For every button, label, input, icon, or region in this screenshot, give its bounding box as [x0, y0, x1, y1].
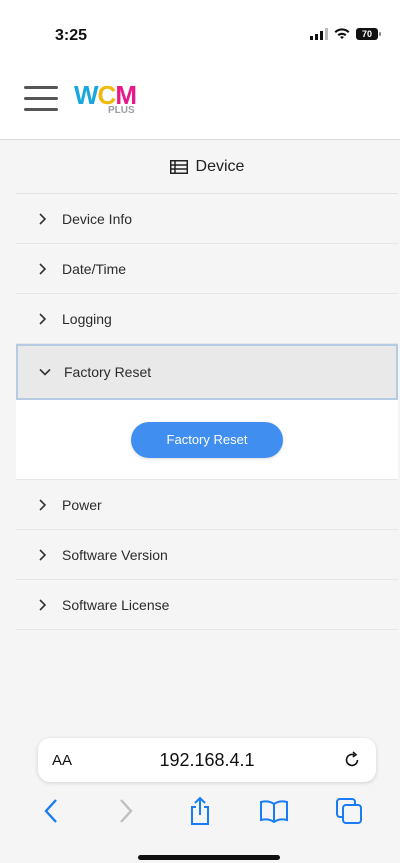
chevron-right-icon [39, 498, 47, 511]
menu-item-device-info[interactable]: Device Info [16, 194, 398, 244]
main-content: Device Device Info Date/Time Logging Fac… [0, 140, 400, 740]
menu-item-label: Software Version [62, 546, 168, 563]
menu-item-label: Device Info [62, 210, 133, 227]
chevron-right-icon [39, 312, 47, 325]
menu-item-label: Date/Time [62, 260, 127, 277]
share-button[interactable] [184, 795, 216, 827]
share-icon [190, 796, 209, 825]
status-icons: 70 [310, 28, 381, 40]
browser-toolbar [0, 790, 400, 832]
reload-icon[interactable] [342, 750, 362, 770]
forward-button[interactable] [110, 795, 142, 827]
home-indicator [138, 855, 280, 860]
menu-item-label: Software License [62, 596, 170, 613]
signal-icon [310, 28, 328, 40]
menu-item-power[interactable]: Power [16, 480, 398, 530]
app-header: WCM PLUS [0, 70, 400, 140]
menu-item-logging[interactable]: Logging [16, 294, 398, 344]
url-text[interactable]: 192.168.4.1 [159, 750, 254, 771]
menu-item-date-time[interactable]: Date/Time [16, 244, 398, 294]
menu-item-label: Power [62, 496, 102, 513]
menu-item-label: Factory Reset [64, 364, 152, 380]
chevron-down-icon [39, 368, 51, 376]
section-header: Device [16, 140, 398, 194]
chevron-right-icon [39, 262, 47, 275]
factory-reset-panel: Factory Reset [16, 400, 398, 480]
chevron-right-icon [39, 548, 47, 561]
section-title: Device [195, 157, 245, 175]
hamburger-menu-icon[interactable] [24, 86, 58, 114]
factory-reset-button[interactable]: Factory Reset [131, 421, 283, 458]
menu-item-label: Logging [62, 310, 112, 327]
bookmarks-button[interactable] [258, 795, 290, 827]
device-menu: Device Info Date/Time Logging Factory Re… [16, 194, 398, 630]
chevron-right-icon [39, 598, 47, 611]
tabs-button[interactable] [333, 795, 365, 827]
wcm-plus-logo: WCM PLUS [74, 80, 137, 116]
browser-address-bar[interactable]: AA 192.168.4.1 [38, 738, 376, 782]
back-button[interactable] [35, 795, 67, 827]
menu-item-factory-reset[interactable]: Factory Reset [16, 344, 398, 400]
chevron-left-icon [44, 799, 58, 823]
device-list-icon [169, 159, 188, 174]
status-time: 3:25 [55, 27, 88, 44]
chevron-right-icon [119, 799, 133, 823]
wifi-icon [334, 28, 350, 39]
status-bar: 3:25 70 [0, 0, 400, 70]
menu-item-software-license[interactable]: Software License [16, 580, 398, 630]
menu-item-software-version[interactable]: Software Version [16, 530, 398, 580]
chevron-right-icon [39, 212, 47, 225]
reader-settings-button[interactable]: AA [52, 752, 72, 769]
tabs-icon [335, 798, 362, 824]
book-icon [260, 800, 289, 823]
battery-icon: 70 [356, 28, 381, 40]
